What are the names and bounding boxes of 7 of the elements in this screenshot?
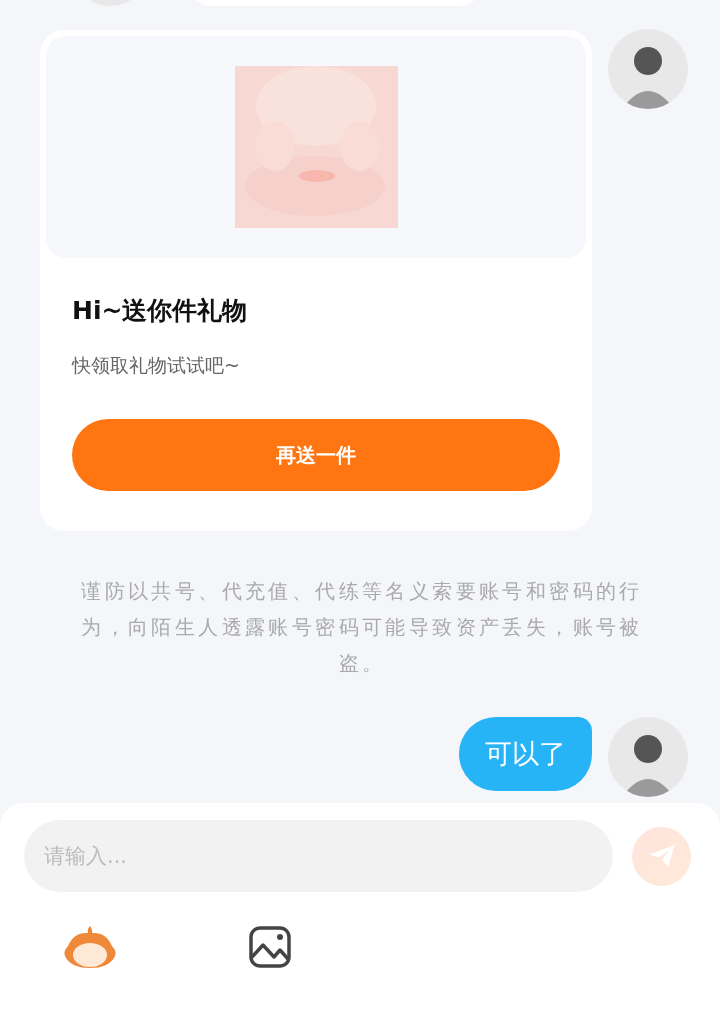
- send-again-button[interactable]: 再送一件: [72, 419, 560, 491]
- mascot-icon[interactable]: [62, 924, 118, 970]
- image-icon[interactable]: [248, 925, 292, 969]
- card-subtitle: 快领取礼物试试吧~: [72, 353, 241, 378]
- message-bubble: 可以了: [459, 717, 592, 791]
- card-title: Hi~送你件礼物: [72, 295, 249, 327]
- safety-notice: 谨防以共号、代充值、代练等名义索要账号和密码的行为，向陌生人透露账号密码可能导致资产丢失，账号被盗。: [80, 578, 644, 677]
